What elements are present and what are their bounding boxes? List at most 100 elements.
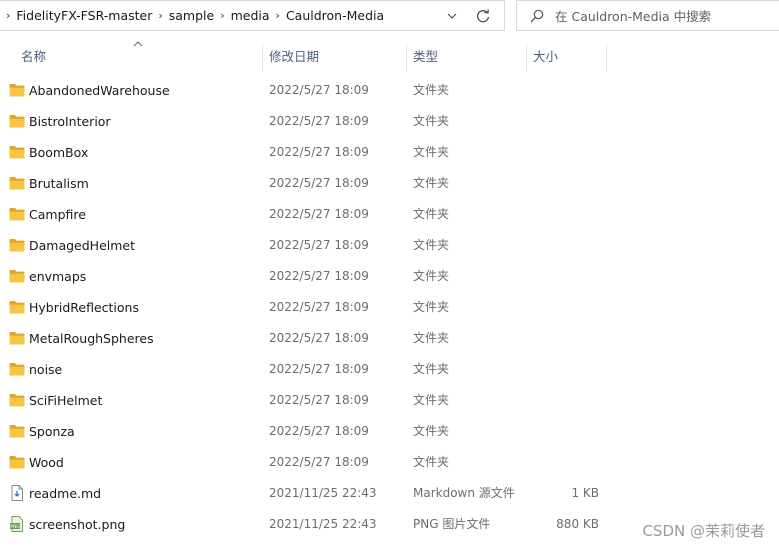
file-name: Campfire [29,207,86,222]
chevron-right-icon[interactable]: › [220,9,224,22]
file-size [540,323,599,354]
file-size [540,137,599,168]
address-bar[interactable]: › FidelityFX-FSR-master › sample › media… [0,0,505,31]
column-divider[interactable] [526,44,527,72]
folder-icon [9,145,25,159]
file-type: 文件夹 [413,114,450,128]
folder-icon [9,300,25,314]
folder-icon [9,455,25,469]
column-divider[interactable] [606,44,607,72]
watermark: CSDN @茉莉使者 [642,522,765,540]
file-name: DamagedHelmet [29,238,136,253]
column-size[interactable]: 大小 [533,40,558,74]
column-divider[interactable] [406,44,407,72]
file-row[interactable]: readme.md 2021/11/25 22:43 Markdown 源文件 … [0,478,779,509]
file-size [540,416,599,447]
file-date: 2021/11/25 22:43 [269,517,377,531]
column-name[interactable]: 名称 [21,40,46,74]
file-row[interactable]: DamagedHelmet 2022/5/27 18:09 文件夹 [0,230,779,261]
file-name: HybridReflections [29,300,139,315]
search-placeholder[interactable]: 在 Cauldron-Media 中搜索 [555,6,711,25]
file-name: noise [29,362,63,377]
file-size [540,385,599,416]
refresh-icon[interactable] [474,7,492,25]
file-row[interactable]: SciFiHelmet 2022/5/27 18:09 文件夹 [0,385,779,416]
file-row[interactable]: BistroInterior 2022/5/27 18:09 文件夹 [0,106,779,137]
file-row[interactable]: envmaps 2022/5/27 18:09 文件夹 [0,261,779,292]
file-type: 文件夹 [413,83,450,97]
folder-icon [9,424,25,438]
file-date: 2022/5/27 18:09 [269,331,369,345]
file-name: MetalRoughSpheres [29,331,154,346]
file-row[interactable]: AbandonedWarehouse 2022/5/27 18:09 文件夹 [0,75,779,106]
column-header: 名称 修改日期 类型 大小 [0,40,779,74]
folder-icon [9,114,25,128]
search-icon [530,9,544,22]
column-type[interactable]: 类型 [413,40,438,74]
file-name: envmaps [29,269,87,284]
file-row[interactable]: HybridReflections 2022/5/27 18:09 文件夹 [0,292,779,323]
file-size [540,168,599,199]
column-divider[interactable] [262,44,263,72]
file-name: screenshot.png [29,517,126,532]
folder-icon [9,269,25,283]
file-type: 文件夹 [413,207,450,221]
file-date: 2022/5/27 18:09 [269,362,369,376]
sort-ascending-icon [133,41,143,47]
folder-icon [9,362,25,376]
file-size: 1 KB [571,486,599,500]
file-row[interactable]: Sponza 2022/5/27 18:09 文件夹 [0,416,779,447]
file-date: 2022/5/27 18:09 [269,207,369,221]
file-type: 文件夹 [413,269,450,283]
chevron-right-icon[interactable]: › [276,9,280,22]
file-date: 2022/5/27 18:09 [269,393,369,407]
file-type: 文件夹 [413,393,450,407]
file-type: 文件夹 [413,455,450,469]
file-date: 2022/5/27 18:09 [269,114,369,128]
file-type: 文件夹 [413,238,450,252]
breadcrumb-item[interactable]: media [231,8,270,23]
file-type: 文件夹 [413,145,450,159]
file-name: AbandonedWarehouse [29,83,170,98]
file-name: SciFiHelmet [29,393,103,408]
file-date: 2022/5/27 18:09 [269,269,369,283]
folder-icon [9,331,25,345]
file-type: PNG 图片文件 [413,517,491,531]
file-date: 2022/5/27 18:09 [269,83,369,97]
file-size: 880 KB [556,517,599,531]
file-row[interactable]: Wood 2022/5/27 18:09 文件夹 [0,447,779,478]
file-type: Markdown 源文件 [413,486,515,500]
top-bar: › FidelityFX-FSR-master › sample › media… [0,0,779,33]
file-name: readme.md [29,486,102,501]
column-date[interactable]: 修改日期 [269,40,319,74]
breadcrumb-item[interactable]: FidelityFX-FSR-master [16,8,152,23]
file-row[interactable]: Campfire 2022/5/27 18:09 文件夹 [0,199,779,230]
file-size [540,199,599,230]
file-name: Wood [29,455,64,470]
file-row[interactable]: BoomBox 2022/5/27 18:09 文件夹 [0,137,779,168]
chevron-right-icon[interactable]: › [6,9,10,22]
file-row[interactable]: Brutalism 2022/5/27 18:09 文件夹 [0,168,779,199]
search-box[interactable]: 在 Cauldron-Media 中搜索 [516,0,779,31]
chevron-right-icon[interactable]: › [158,9,162,22]
file-type: 文件夹 [413,176,450,190]
file-date: 2022/5/27 18:09 [269,145,369,159]
folder-icon [9,238,25,252]
file-date: 2021/11/25 22:43 [269,486,377,500]
file-type: 文件夹 [413,331,450,345]
file-row[interactable]: MetalRoughSpheres 2022/5/27 18:09 文件夹 [0,323,779,354]
chevron-down-icon[interactable] [446,10,458,22]
file-name: Sponza [29,424,75,439]
svg-text:PNG: PNG [10,524,20,530]
file-date: 2022/5/27 18:09 [269,176,369,190]
file-row[interactable]: noise 2022/5/27 18:09 文件夹 [0,354,779,385]
markdown-file-icon [9,485,25,501]
file-size [540,261,599,292]
folder-icon [9,207,25,221]
file-date: 2022/5/27 18:09 [269,424,369,438]
file-size [540,447,599,478]
breadcrumb-item[interactable]: Cauldron-Media [286,8,384,23]
file-date: 2022/5/27 18:09 [269,300,369,314]
breadcrumb-item[interactable]: sample [169,8,214,23]
file-size [540,106,599,137]
